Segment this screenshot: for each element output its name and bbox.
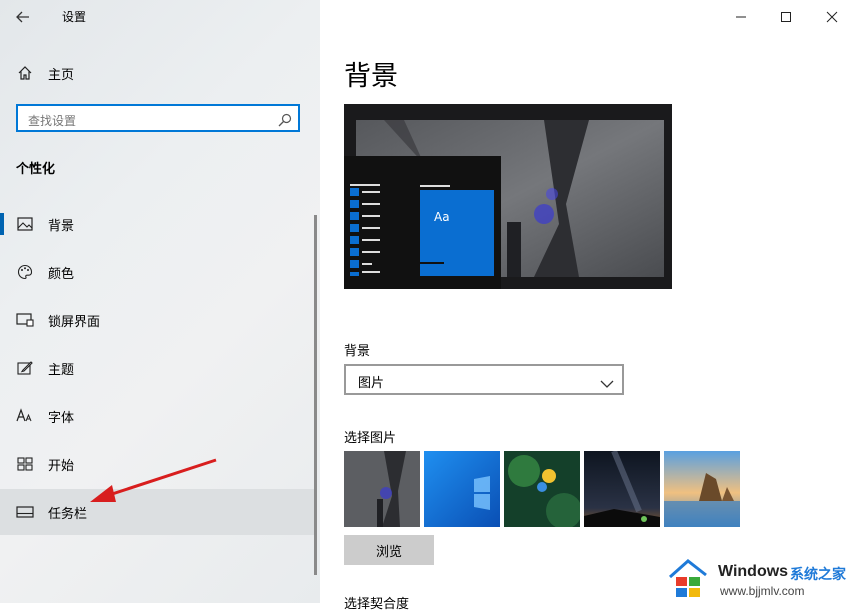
taskbar-icon [16,503,34,521]
font-icon [16,407,34,425]
search-input[interactable]: 查找设置 [16,104,300,132]
picture-thumbnail[interactable] [344,451,420,527]
sidebar-item-label: 主页 [48,67,75,83]
start-grid-icon [16,455,34,473]
sidebar-item-label: 主题 [48,362,75,378]
picture-thumbnail[interactable] [504,451,580,527]
windows-logo-icon [669,559,707,597]
minimize-icon [736,16,746,18]
select-value: 图片 [358,376,385,391]
close-button[interactable] [809,2,855,32]
sidebar-item-lock-screen[interactable]: 锁屏界面 [0,297,316,343]
back-arrow-icon [16,11,29,23]
sidebar: 设置 主页 查找设置 个性化 背景 颜色 锁屏界面 主题 字体 开始 任务栏 [0,0,320,603]
app-title: 设置 [62,10,87,24]
background-type-select[interactable]: 图片 [344,364,624,395]
sidebar-item-background[interactable]: 背景 [0,201,316,247]
sidebar-item-colors[interactable]: 颜色 [0,249,316,295]
sidebar-item-label: 开始 [48,458,75,474]
sidebar-item-home[interactable]: 主页 [0,50,316,96]
picture-thumbnail[interactable] [664,451,740,527]
sidebar-item-fonts[interactable]: 字体 [0,393,316,439]
close-icon [826,11,838,23]
watermark-url: www.bjjmlv.com [720,584,805,598]
watermark-brand-cn: 系统之家 [790,567,846,583]
theme-brush-icon [16,359,34,377]
desktop-preview: Aa [344,104,672,289]
section-title: 个性化 [16,162,56,177]
sidebar-item-label: 颜色 [48,266,75,282]
watermark-brand: Windows [718,563,789,580]
picture-icon [16,215,34,233]
sidebar-item-themes[interactable]: 主题 [0,345,316,391]
chevron-down-icon [600,374,614,393]
search-icon[interactable] [278,112,292,131]
sidebar-item-label: 锁屏界面 [48,314,101,330]
browse-button[interactable]: 浏览 [344,535,434,565]
palette-icon [16,263,34,281]
picture-thumbnail[interactable] [424,451,500,527]
search-placeholder: 查找设置 [28,114,77,128]
sidebar-item-label: 字体 [48,410,75,426]
picture-thumbnail[interactable] [584,451,660,527]
main-content: 背景 Aa 背景 图片 选择图片 浏览 选择契合度 [320,0,855,612]
maximize-button[interactable] [763,2,809,32]
preview-tile-label: Aa [434,210,450,224]
back-button[interactable] [8,4,38,30]
maximize-icon [781,12,791,22]
title-bar: 设置 [0,0,320,34]
sidebar-item-label: 背景 [48,218,75,234]
watermark: Windows 系统之家 www.bjjmlv.com [666,551,855,603]
background-label: 背景 [344,344,371,359]
minimize-button[interactable] [718,2,764,32]
annotation-arrow [90,458,217,502]
lock-screen-icon [16,311,34,329]
page-title: 背景 [344,61,398,92]
sidebar-scrollbar[interactable] [314,215,317,575]
choose-picture-label: 选择图片 [344,431,397,446]
home-icon [16,64,34,82]
